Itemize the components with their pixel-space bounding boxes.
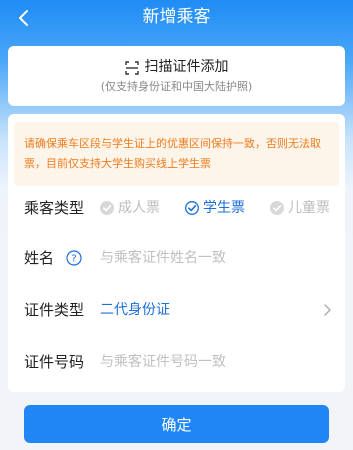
confirm-button[interactable]: 确定 bbox=[24, 405, 329, 443]
help-icon[interactable]: ? bbox=[66, 250, 82, 266]
scan-icon bbox=[124, 60, 139, 75]
name-label: 姓名 bbox=[24, 249, 55, 267]
option-student-label: 学生票 bbox=[203, 200, 245, 216]
option-adult-label: 成人票 bbox=[118, 200, 160, 216]
passenger-type-label: 乘客类型 bbox=[24, 199, 85, 217]
unchecked-check-icon bbox=[100, 201, 114, 215]
scan-id-button[interactable]: 扫描证件添加 bbox=[8, 58, 345, 76]
scan-id-card[interactable]: 扫描证件添加 (仅支持身份证和中国大陆护照) bbox=[8, 46, 345, 106]
id-number-label: 证件号码 bbox=[24, 353, 85, 371]
scan-id-label: 扫描证件添加 bbox=[144, 59, 229, 75]
id-type-value[interactable]: 二代身份证 bbox=[100, 301, 170, 319]
name-input[interactable]: 与乘客证件姓名一致 bbox=[100, 249, 226, 267]
id-type-label: 证件类型 bbox=[24, 301, 85, 319]
top-bar: 新增乘客 bbox=[0, 0, 353, 36]
name-row[interactable]: 姓名 ? 与乘客证件姓名一致 bbox=[8, 236, 345, 280]
passenger-type-row: 乘客类型 成人票 学生票 儿童票 bbox=[8, 186, 345, 230]
passenger-form: 请确保乘车区段与学生证上的优惠区间保持一致，否则无法取票，目前仅支持大学生购买线… bbox=[8, 114, 345, 392]
page-title: 新增乘客 bbox=[142, 7, 211, 27]
chevron-right-icon bbox=[321, 302, 333, 318]
id-number-row[interactable]: 证件号码 与乘客证件号码一致 bbox=[8, 340, 345, 384]
svg-text:?: ? bbox=[71, 254, 76, 265]
id-type-row[interactable]: 证件类型 二代身份证 bbox=[8, 288, 345, 332]
option-student-ticket[interactable]: 学生票 bbox=[185, 199, 245, 217]
student-ticket-notice: 请确保乘车区段与学生证上的优惠区间保持一致，否则无法取票，目前仅支持大学生购买线… bbox=[14, 122, 339, 186]
option-child-ticket[interactable]: 儿童票 bbox=[270, 199, 330, 217]
unchecked-check-icon bbox=[270, 201, 284, 215]
id-number-input[interactable]: 与乘客证件号码一致 bbox=[100, 353, 226, 371]
checked-check-icon bbox=[185, 201, 199, 215]
scan-id-hint: (仅支持身份证和中国大陆护照) bbox=[100, 80, 253, 93]
option-adult-ticket[interactable]: 成人票 bbox=[100, 199, 160, 217]
option-child-label: 儿童票 bbox=[288, 200, 330, 216]
